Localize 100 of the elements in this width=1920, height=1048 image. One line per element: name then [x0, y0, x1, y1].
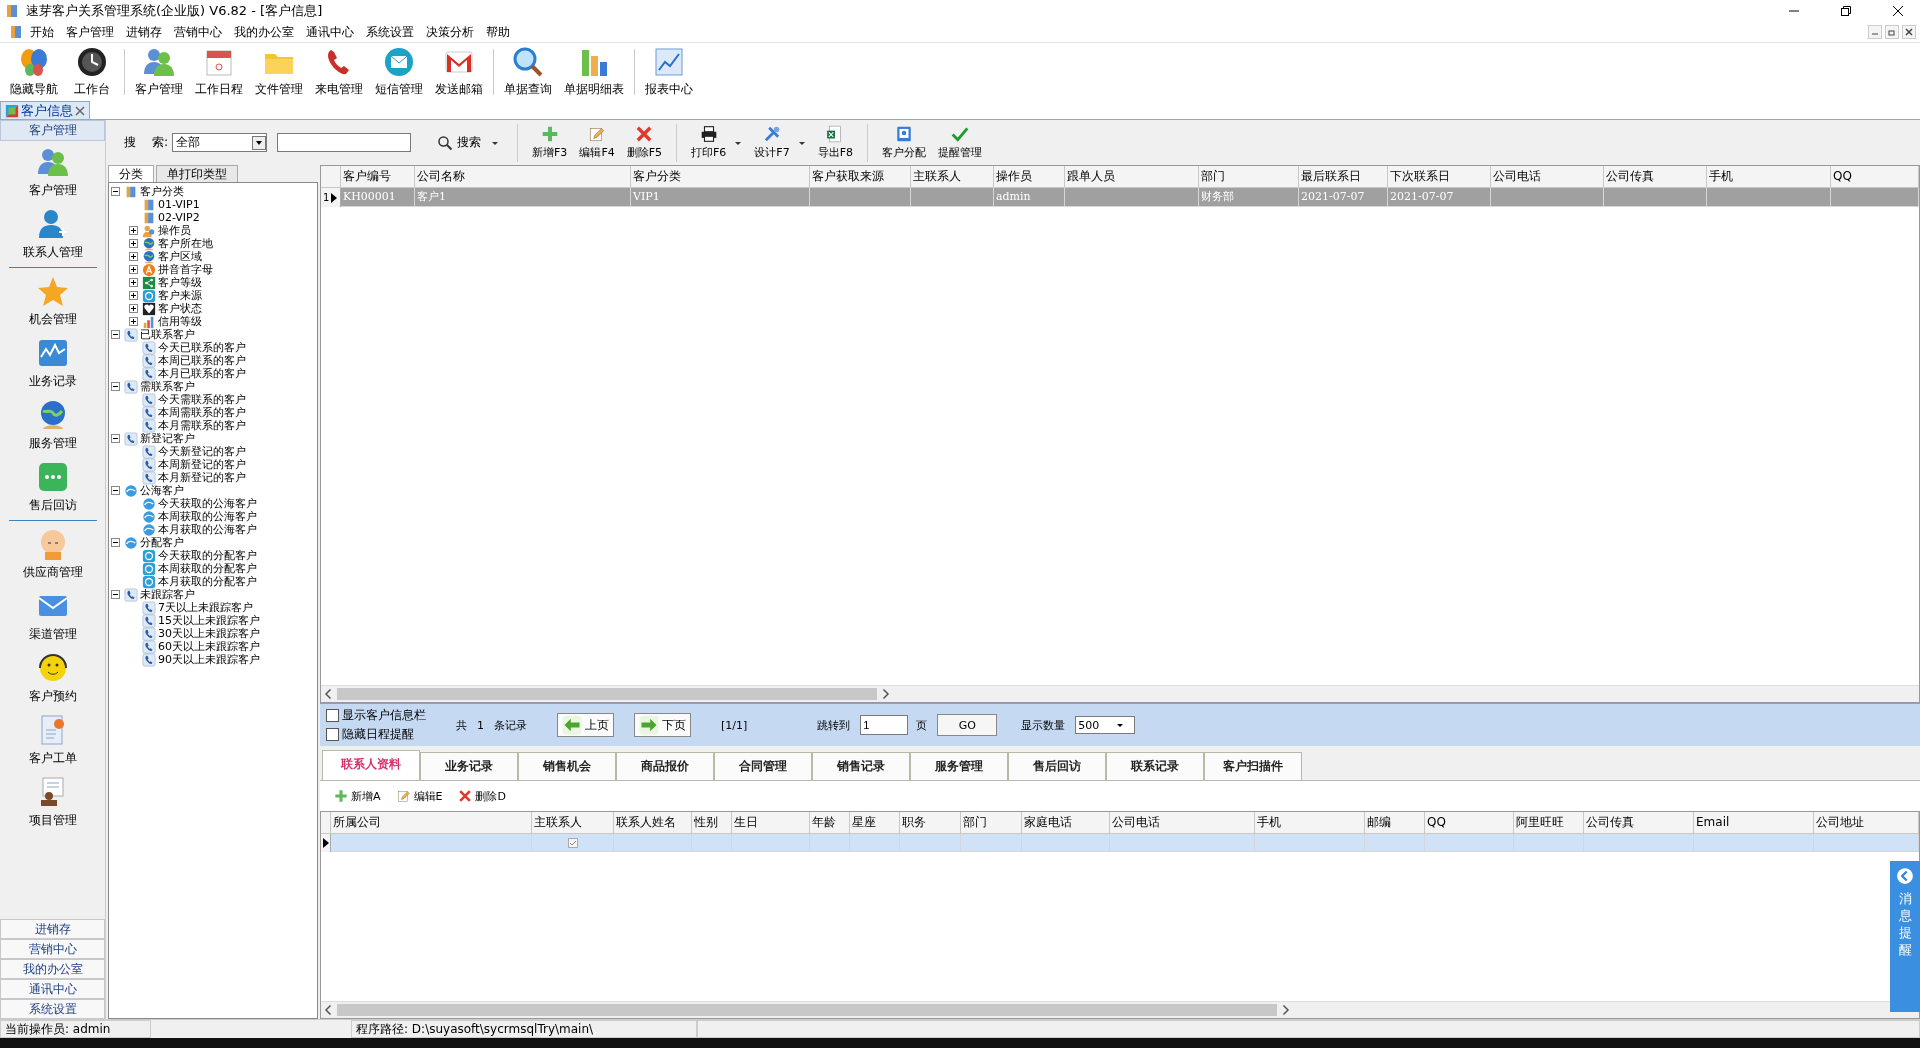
toolbar-button[interactable]: 导出F8: [811, 125, 859, 160]
checkbox[interactable]: 隐藏日程提醒: [326, 726, 456, 743]
toolbar-button[interactable]: 工作台: [64, 46, 120, 98]
column-header[interactable]: 主联系人: [532, 812, 614, 834]
tree-item[interactable]: 客户区域: [158, 250, 202, 263]
expander-icon[interactable]: [111, 590, 120, 599]
menu-item[interactable]: 通讯中心: [300, 23, 360, 41]
document-tab[interactable]: 客户信息: [0, 101, 90, 119]
tree-item[interactable]: 15天以上未跟踪客户: [158, 614, 260, 627]
tree-item[interactable]: 7天以上未跟踪客户: [158, 601, 253, 614]
sidebar-section[interactable]: 系统设置: [0, 999, 105, 1019]
tree-item[interactable]: 客户来源: [158, 289, 202, 302]
tree-item[interactable]: 新登记客户: [140, 432, 195, 445]
checkbox[interactable]: 显示客户信息栏: [326, 707, 456, 724]
tree-item[interactable]: 02-VIP2: [158, 211, 200, 224]
row-header[interactable]: [321, 834, 331, 852]
toolbar-button[interactable]: 发送邮箱: [429, 46, 489, 98]
column-header[interactable]: 年龄: [810, 812, 850, 834]
menu-item[interactable]: 系统设置: [360, 23, 420, 41]
tab[interactable]: 联系人资料: [322, 750, 420, 780]
column-header[interactable]: 客户获取来源: [810, 166, 911, 188]
go-button[interactable]: GO: [937, 714, 998, 736]
tree-item[interactable]: 今天获取的公海客户: [158, 497, 257, 510]
tree-item[interactable]: 今天需联系的客户: [158, 393, 246, 406]
sidebar-item[interactable]: 服务管理: [0, 394, 105, 456]
tree-item[interactable]: 已联系客户: [140, 328, 195, 341]
scope-dropdown[interactable]: 全部: [172, 133, 268, 152]
page-size-dropdown[interactable]: 500: [1075, 716, 1136, 734]
column-header[interactable]: 职务: [900, 812, 961, 834]
tree-item[interactable]: 本周新登记的客户: [158, 458, 246, 471]
table-row[interactable]: 1 KH00001 客户1 VIP1 admin 财务部 2021-07-07 2021-07-07: [321, 188, 1919, 206]
tree-item[interactable]: 客户分类: [140, 185, 184, 198]
tab[interactable]: 服务管理: [910, 752, 1008, 780]
expander-icon[interactable]: [111, 187, 120, 196]
toolbar-button[interactable]: 删除D: [454, 786, 510, 806]
tree-item[interactable]: 本周需联系的客户: [158, 406, 246, 419]
sidebar-item[interactable]: 客户管理: [0, 141, 105, 203]
column-header[interactable]: QQ: [1425, 812, 1514, 834]
tab[interactable]: 销售机会: [518, 752, 616, 780]
column-header[interactable]: 客户编号: [341, 166, 415, 188]
sidebar-item[interactable]: 客户工单: [0, 709, 105, 771]
toolbar-button[interactable]: 隐藏导航: [4, 46, 64, 98]
page-field[interactable]: 1: [860, 715, 909, 735]
tree-item[interactable]: 客户等级: [158, 276, 202, 289]
tab[interactable]: 销售记录: [812, 752, 910, 780]
sidebar-section[interactable]: 通讯中心: [0, 979, 105, 999]
close-icon[interactable]: [1892, 5, 1904, 17]
expander-icon[interactable]: [129, 226, 138, 235]
previous-page-button[interactable]: 上页: [557, 713, 614, 737]
toolbar-button[interactable]: 报表中心: [639, 46, 699, 98]
tree-item[interactable]: 本月获取的公海客户: [158, 523, 257, 536]
tree-item[interactable]: 本周获取的分配客户: [158, 562, 257, 575]
expander-icon[interactable]: [111, 538, 120, 547]
column-header[interactable]: 最后联系日: [1299, 166, 1388, 188]
tree-item[interactable]: 01-VIP1: [158, 198, 200, 211]
expander-icon[interactable]: [129, 278, 138, 287]
tab[interactable]: 售后回访: [1008, 752, 1106, 780]
column-header[interactable]: 公司地址: [1814, 812, 1919, 834]
tree-item[interactable]: 90天以上未跟踪客户: [158, 653, 260, 666]
tab[interactable]: 合同管理: [714, 752, 812, 780]
expander-icon[interactable]: [129, 317, 138, 326]
column-header[interactable]: 邮编: [1365, 812, 1425, 834]
tree-item[interactable]: 未跟踪客户: [140, 588, 195, 601]
tree-item[interactable]: 30天以上未跟踪客户: [158, 627, 260, 640]
column-header[interactable]: 联系人姓名: [614, 812, 692, 834]
row-header[interactable]: 1: [321, 188, 341, 207]
tree-item[interactable]: 拼音首字母: [158, 263, 213, 276]
column-header[interactable]: 家庭电话: [1022, 812, 1110, 834]
toolbar-button[interactable]: 单据查询: [498, 46, 558, 98]
column-header[interactable]: 客户分类: [631, 166, 810, 188]
scroll-thumb[interactable]: [337, 1004, 1277, 1016]
horizontal-scrollbar[interactable]: [321, 685, 1919, 702]
tree-item[interactable]: 今天获取的分配客户: [158, 549, 257, 562]
sidebar-item[interactable]: 客户预约: [0, 647, 105, 709]
column-header[interactable]: 性别: [692, 812, 732, 834]
next-page-button[interactable]: 下页: [634, 713, 691, 737]
toolbar-button[interactable]: 短信管理: [369, 46, 429, 98]
column-header[interactable]: 公司传真: [1584, 812, 1694, 834]
search-field[interactable]: [277, 133, 412, 152]
column-header[interactable]: QQ: [1831, 166, 1919, 188]
tree-item[interactable]: 分配客户: [140, 536, 184, 549]
menu-item[interactable]: 决策分析: [420, 23, 480, 41]
menu-item[interactable]: 开始: [24, 23, 60, 41]
toolbar-button[interactable]: 单据明细表: [558, 46, 630, 98]
expander-icon[interactable]: [129, 265, 138, 274]
tree-item[interactable]: 今天已联系的客户: [158, 341, 246, 354]
tree-item[interactable]: 本月新登记的客户: [158, 471, 246, 484]
column-header[interactable]: 手机: [1707, 166, 1831, 188]
column-header[interactable]: 公司电话: [1110, 812, 1255, 834]
toolbar-button[interactable]: 新增F3: [526, 125, 574, 160]
sidebar-item[interactable]: 机会管理: [0, 270, 105, 332]
toolbar-button[interactable]: 编辑F4: [573, 125, 621, 160]
expander-icon[interactable]: [111, 486, 120, 495]
panel-tab[interactable]: 单打印类型: [156, 165, 238, 182]
tree-item[interactable]: 客户所在地: [158, 237, 213, 250]
tree-item[interactable]: 60天以上未跟踪客户: [158, 640, 260, 653]
sidebar-item[interactable]: 业务记录: [0, 332, 105, 394]
tree-item[interactable]: 本周已联系的客户: [158, 354, 246, 367]
sidebar-item[interactable]: 售后回访: [0, 456, 105, 518]
column-header[interactable]: 部门: [1199, 166, 1299, 188]
